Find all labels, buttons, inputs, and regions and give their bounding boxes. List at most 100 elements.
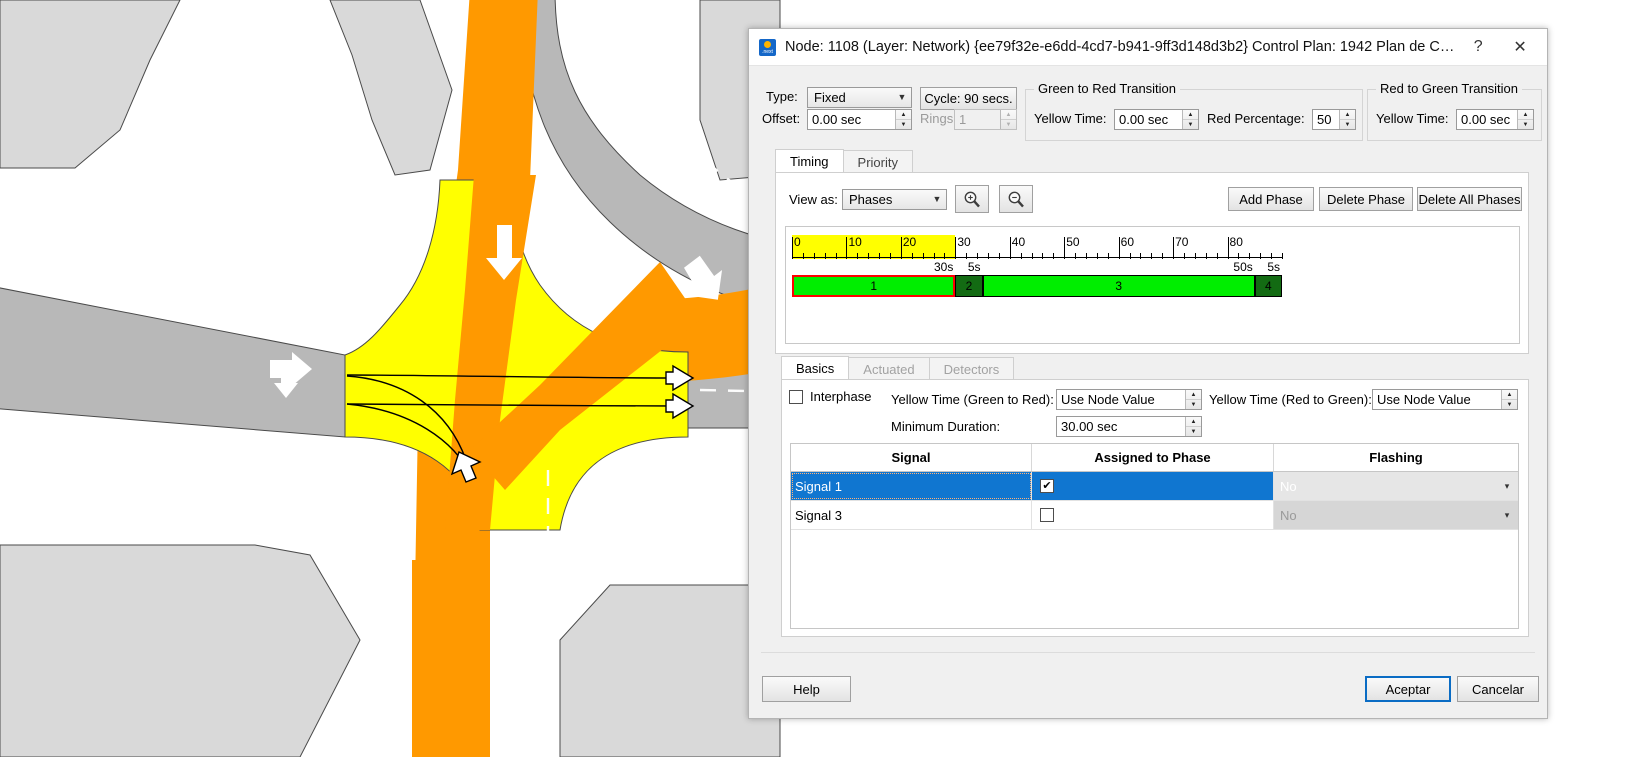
yellow-g2r-label: Yellow Time (Green to Red): bbox=[891, 392, 1054, 407]
red-percentage-spinner[interactable]: 50 ▲▼ bbox=[1312, 109, 1356, 130]
phase-block-1[interactable]: 1 bbox=[792, 275, 955, 297]
spin-up-icon[interactable]: ▲ bbox=[896, 110, 911, 120]
zoom-in-button[interactable] bbox=[955, 185, 989, 213]
close-icon[interactable]: ✕ bbox=[1499, 29, 1541, 65]
phase-duration-label-4: 5s bbox=[1267, 260, 1280, 274]
interphase-field[interactable]: Interphase bbox=[789, 389, 871, 404]
r2g-yellow-spin-buttons[interactable]: ▲▼ bbox=[1517, 110, 1533, 129]
yellow-r2g-spin-buttons[interactable]: ▲▼ bbox=[1501, 390, 1517, 409]
phase-block-2[interactable]: 2 bbox=[955, 275, 982, 297]
phase-duration-label-3: 50s bbox=[1233, 260, 1252, 274]
aimsun-next-app-icon: .next bbox=[759, 39, 776, 56]
zoom-out-button[interactable] bbox=[999, 185, 1033, 213]
phase-block-4[interactable]: 4 bbox=[1255, 275, 1282, 297]
cancel-button[interactable]: Cancelar bbox=[1457, 676, 1539, 702]
app-icon-label: .next bbox=[759, 49, 776, 55]
rings-spin-buttons: ▲▼ bbox=[1000, 110, 1016, 129]
tab-basics[interactable]: Basics bbox=[781, 356, 849, 380]
spin-down-icon[interactable]: ▼ bbox=[1186, 427, 1201, 436]
min-duration-label: Minimum Duration: bbox=[891, 419, 1000, 434]
interphase-checkbox[interactable] bbox=[789, 390, 803, 404]
node-control-plan-dialog[interactable]: .next Node: 1108 (Layer: Network) {ee79f… bbox=[748, 28, 1548, 719]
assigned-checkbox[interactable] bbox=[1040, 508, 1054, 522]
g2r-yellow-time-label: Yellow Time: bbox=[1034, 111, 1107, 126]
spin-up-icon[interactable]: ▲ bbox=[1186, 417, 1201, 427]
cell-flashing[interactable]: No▾ bbox=[1274, 472, 1518, 500]
table-row[interactable]: Signal 1 ✔ No▾ bbox=[791, 472, 1518, 501]
r2g-yellow-time-label: Yellow Time: bbox=[1376, 111, 1449, 126]
red-to-green-title: Red to Green Transition bbox=[1376, 81, 1522, 96]
g2r-yellow-spin-buttons[interactable]: ▲▼ bbox=[1182, 110, 1198, 129]
min-duration-spinner[interactable]: 30.00 sec ▲▼ bbox=[1056, 416, 1202, 437]
min-duration-spin-buttons[interactable]: ▲▼ bbox=[1185, 417, 1201, 436]
cell-assigned-to-phase[interactable]: ✔ bbox=[1032, 472, 1274, 500]
main-tabstrip[interactable]: Timing Priority bbox=[775, 149, 912, 173]
view-as-combo[interactable]: Phases ▼ bbox=[842, 189, 947, 210]
ruler-baseline bbox=[792, 257, 1282, 258]
help-icon[interactable]: ? bbox=[1457, 29, 1499, 65]
cycle-button[interactable]: Cycle: 90 secs. bbox=[920, 87, 1017, 110]
spin-down-icon[interactable]: ▼ bbox=[1340, 120, 1355, 129]
spin-up-icon[interactable]: ▲ bbox=[1186, 390, 1201, 400]
zoom-out-icon bbox=[1007, 190, 1025, 208]
r2g-yellow-time-spinner[interactable]: 0.00 sec ▲▼ bbox=[1456, 109, 1534, 130]
tab-timing[interactable]: Timing bbox=[775, 149, 844, 173]
type-combo[interactable]: Fixed ▼ bbox=[807, 87, 912, 108]
cell-assigned-to-phase[interactable] bbox=[1032, 501, 1274, 529]
ruler-minor-tick bbox=[1195, 253, 1196, 259]
g2r-yellow-time-spinner[interactable]: 0.00 sec ▲▼ bbox=[1114, 109, 1199, 130]
spin-up-icon[interactable]: ▲ bbox=[1502, 390, 1517, 400]
min-duration-value: 30.00 sec bbox=[1057, 417, 1185, 436]
spin-down-icon[interactable]: ▼ bbox=[1518, 120, 1533, 129]
ruler-tick-label: 10 bbox=[846, 236, 861, 248]
spin-up-icon[interactable]: ▲ bbox=[1340, 110, 1355, 120]
sub-tabstrip[interactable]: Basics Actuated Detectors bbox=[781, 356, 1013, 380]
spin-down-icon[interactable]: ▼ bbox=[896, 120, 911, 129]
phase-block-3[interactable]: 3 bbox=[983, 275, 1255, 297]
cell-flashing[interactable]: No▾ bbox=[1274, 501, 1518, 529]
red-percentage-spin-buttons[interactable]: ▲▼ bbox=[1339, 110, 1355, 129]
ruler-minor-tick bbox=[1097, 253, 1098, 259]
table-row[interactable]: Signal 3 No▾ bbox=[791, 501, 1518, 530]
signal-table-body[interactable]: Signal 1 ✔ No▾ Signal 3 No▾ bbox=[791, 472, 1518, 530]
assigned-checkbox[interactable]: ✔ bbox=[1040, 479, 1054, 493]
spin-down-icon[interactable]: ▼ bbox=[1186, 400, 1201, 409]
signal-table[interactable]: Signal Assigned to Phase Flashing Signal… bbox=[790, 443, 1519, 629]
spin-down-icon: ▼ bbox=[1001, 120, 1016, 129]
cell-signal-name[interactable]: Signal 3 bbox=[791, 501, 1032, 529]
spin-down-icon[interactable]: ▼ bbox=[1502, 400, 1517, 409]
ruler-minor-tick bbox=[1271, 253, 1272, 259]
flashing-value: No bbox=[1280, 508, 1500, 523]
accept-button[interactable]: Aceptar bbox=[1365, 676, 1451, 702]
dialog-titlebar[interactable]: .next Node: 1108 (Layer: Network) {ee79f… bbox=[749, 29, 1547, 66]
help-button[interactable]: Help bbox=[762, 676, 851, 702]
ruler-minor-tick bbox=[988, 253, 989, 259]
add-phase-button[interactable]: Add Phase bbox=[1228, 187, 1314, 211]
ruler-minor-tick bbox=[825, 253, 826, 259]
yellow-g2r-spinner[interactable]: Use Node Value ▲▼ bbox=[1056, 389, 1202, 410]
phase-timeline-ruler[interactable]: 01020304050607080 bbox=[792, 235, 1282, 259]
ruler-minor-tick bbox=[944, 253, 945, 259]
cell-signal-name[interactable]: Signal 1 bbox=[791, 472, 1032, 500]
yellow-r2g-spinner[interactable]: Use Node Value ▲▼ bbox=[1372, 389, 1518, 410]
ruler-minor-tick bbox=[1140, 253, 1141, 259]
footer-divider bbox=[761, 652, 1535, 653]
view-as-value: Phases bbox=[849, 192, 930, 207]
offset-spinner[interactable]: 0.00 sec ▲▼ bbox=[807, 109, 912, 130]
flashing-combo: No▾ bbox=[1274, 501, 1518, 529]
phase-diagram[interactable]: 01020304050607080 130s25s350s45s bbox=[785, 226, 1520, 344]
spin-up-icon[interactable]: ▲ bbox=[1518, 110, 1533, 120]
red-percentage-label: Red Percentage: bbox=[1207, 111, 1305, 126]
ruler-minor-tick bbox=[1053, 253, 1054, 259]
yellow-g2r-spin-buttons[interactable]: ▲▼ bbox=[1185, 390, 1201, 409]
ruler-minor-tick bbox=[1086, 253, 1087, 259]
phase-bar-row[interactable]: 130s25s350s45s bbox=[792, 275, 1282, 297]
ruler-minor-tick bbox=[1184, 253, 1185, 259]
spin-up-icon[interactable]: ▲ bbox=[1183, 110, 1198, 120]
delete-phase-button[interactable]: Delete Phase bbox=[1319, 187, 1413, 211]
tab-priority[interactable]: Priority bbox=[843, 150, 913, 173]
flashing-combo[interactable]: No▾ bbox=[1274, 472, 1518, 500]
delete-all-phases-button[interactable]: Delete All Phases bbox=[1417, 187, 1522, 211]
offset-spin-buttons[interactable]: ▲▼ bbox=[895, 110, 911, 129]
spin-down-icon[interactable]: ▼ bbox=[1183, 120, 1198, 129]
